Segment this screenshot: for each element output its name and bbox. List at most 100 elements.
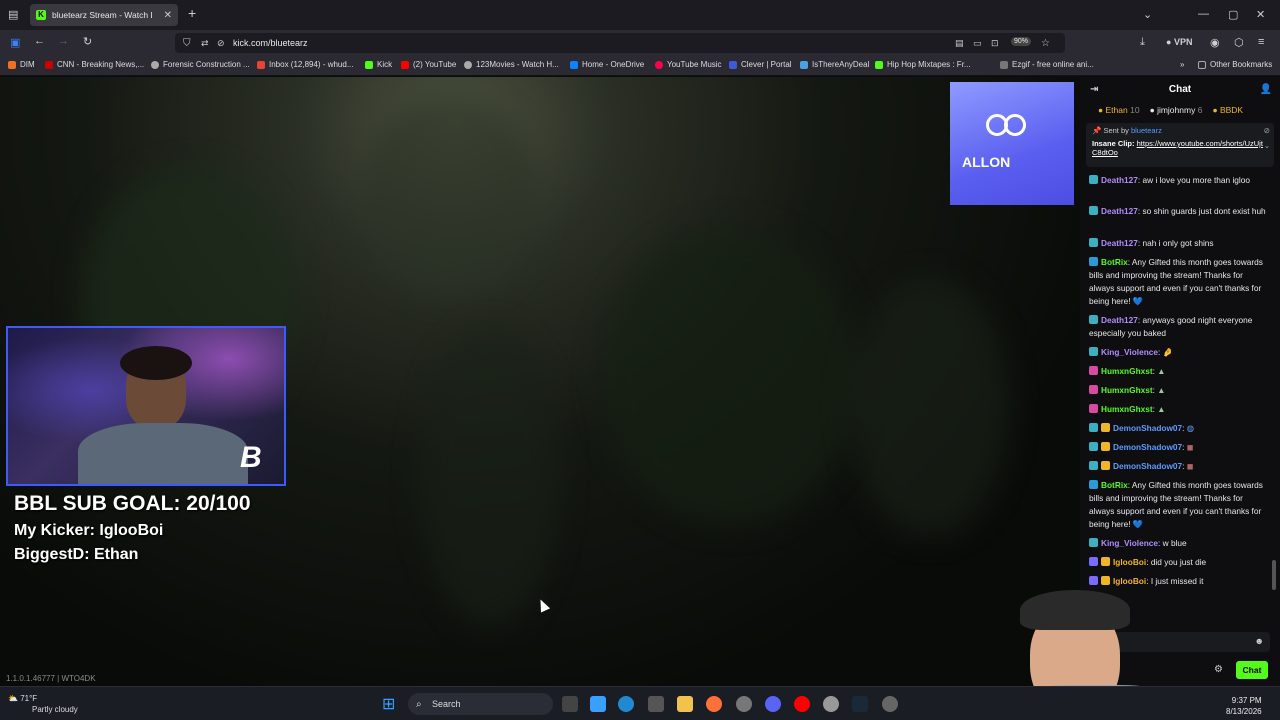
close-tab-icon[interactable]: ✕ bbox=[164, 10, 172, 21]
copilot-icon[interactable] bbox=[590, 696, 606, 712]
url-text: kick.com/bluetearz bbox=[233, 38, 308, 48]
clock[interactable]: 9:37 PM 8/13/2026 bbox=[1226, 695, 1262, 717]
bookmarks-overflow-icon[interactable]: » bbox=[1180, 60, 1184, 69]
shield-icon[interactable]: ⛉ bbox=[183, 38, 191, 49]
vpn-button[interactable]: ● VPN bbox=[1166, 37, 1192, 47]
window-close-icon[interactable]: ✕ bbox=[1256, 8, 1265, 21]
screenshot-icon[interactable]: ⊡ bbox=[991, 38, 999, 49]
chat-username[interactable]: HumxnGhxst bbox=[1101, 385, 1153, 395]
downloads-icon[interactable]: ⤓ bbox=[1140, 36, 1145, 49]
bookmark-7[interactable]: Home - OneDrive bbox=[570, 60, 644, 69]
chat-username[interactable]: Death127 bbox=[1101, 238, 1138, 248]
chat-username[interactable]: King_Violence bbox=[1101, 538, 1158, 548]
chat-users-icon[interactable]: 👤 bbox=[1260, 84, 1272, 95]
emoji-icon[interactable]: ☻ bbox=[1255, 636, 1264, 646]
chat-username[interactable]: DemonShadow07 bbox=[1113, 461, 1182, 471]
leader-2[interactable]: ● jimjohnmy 6 bbox=[1150, 105, 1203, 115]
chat-username[interactable]: DemonShadow07 bbox=[1113, 423, 1182, 433]
app-icon[interactable] bbox=[823, 696, 839, 712]
sidebar-icon[interactable]: ▣ bbox=[10, 36, 20, 49]
unpin-icon[interactable]: ⊘ bbox=[1264, 126, 1270, 135]
store-icon[interactable] bbox=[648, 696, 664, 712]
bookmark-3[interactable]: Inbox (12,894) - whud... bbox=[257, 60, 354, 69]
bookmark-5[interactable]: (2) YouTube bbox=[401, 60, 456, 69]
leader-1[interactable]: ● Ethan 10 bbox=[1098, 105, 1140, 115]
gear-app-icon[interactable] bbox=[882, 696, 898, 712]
bookmark-icon bbox=[401, 60, 409, 69]
leader-3[interactable]: ● BBDK bbox=[1212, 105, 1243, 115]
chat-message: HumxnGhxst: ▲ bbox=[1089, 384, 1269, 397]
tab-list-icon[interactable]: ▤ bbox=[8, 8, 18, 21]
forward-icon[interactable]: → bbox=[58, 35, 69, 47]
chat-username[interactable]: BotRix bbox=[1101, 257, 1128, 267]
chat-username[interactable]: King_Violence bbox=[1101, 347, 1158, 357]
edge-icon[interactable] bbox=[618, 696, 634, 712]
chat-username[interactable]: Death127 bbox=[1101, 206, 1138, 216]
chat-scrollbar[interactable] bbox=[1272, 560, 1276, 590]
tab-active[interactable]: K bluetearz Stream - Watch L ✕ bbox=[30, 4, 178, 26]
ad-overlay[interactable]: ALLON bbox=[950, 82, 1074, 205]
maximize-icon[interactable]: ▢ bbox=[1228, 8, 1238, 21]
firefox-icon[interactable] bbox=[706, 696, 722, 712]
emote-icon: ◍ bbox=[1186, 423, 1195, 433]
stream-overlay-text: BBL SUB GOAL: 20/100 My Kicker: IglooBoi… bbox=[14, 492, 251, 564]
chat-username[interactable]: HumxnGhxst bbox=[1101, 366, 1153, 376]
bookmark-icon bbox=[729, 60, 737, 69]
chat-username[interactable]: HumxnGhxst bbox=[1101, 404, 1153, 414]
sub-badge-icon bbox=[1089, 423, 1098, 432]
steam-icon[interactable] bbox=[852, 696, 868, 712]
profile-icon[interactable]: ◉ bbox=[1210, 36, 1220, 49]
chat-username[interactable]: BotRix bbox=[1101, 480, 1128, 490]
bookmark-icon bbox=[655, 60, 663, 69]
extensions-icon[interactable]: ⬡ bbox=[1234, 36, 1244, 49]
logo-ring-icon bbox=[1004, 114, 1026, 136]
windows-start-icon[interactable]: ⊞ bbox=[382, 694, 398, 713]
menu-icon[interactable]: ≡ bbox=[1258, 36, 1264, 48]
file-explorer-icon[interactable] bbox=[677, 696, 693, 712]
bookmark-label: Ezgif - free online ani... bbox=[1012, 60, 1094, 69]
bookmark-12[interactable]: Ezgif - free online ani... bbox=[1000, 60, 1094, 69]
chat-username[interactable]: IglooBoi bbox=[1113, 557, 1146, 567]
bookmark-icon bbox=[464, 60, 472, 69]
bookmark-4[interactable]: Kick bbox=[365, 60, 392, 69]
bookmark-11[interactable]: Hip Hop Mixtapes : Fr... bbox=[875, 60, 971, 69]
discord-icon[interactable] bbox=[765, 696, 781, 712]
permissions-icon[interactable]: ⇄ bbox=[201, 38, 209, 49]
reader-view-icon[interactable]: ▤ bbox=[955, 38, 964, 49]
youtube-icon[interactable] bbox=[794, 696, 810, 712]
zoom-badge[interactable]: 90% bbox=[1011, 37, 1032, 46]
chat-username[interactable]: DemonShadow07 bbox=[1113, 442, 1182, 452]
new-tab-icon[interactable]: + bbox=[188, 5, 196, 21]
bookmark-10[interactable]: IsThereAnyDeal bbox=[800, 60, 869, 69]
bookmark-6[interactable]: 123Movies - Watch H... bbox=[464, 60, 559, 69]
bookmark-0[interactable]: DIM bbox=[8, 60, 35, 69]
chat-header: ⇥ Chat 👤 bbox=[1080, 77, 1280, 101]
reload-icon[interactable]: ↻ bbox=[83, 35, 92, 48]
expand-pinned-icon[interactable]: ⌄ bbox=[1264, 141, 1270, 150]
back-icon[interactable]: ← bbox=[34, 35, 45, 47]
weather-icon: ⛅ bbox=[8, 694, 18, 703]
bookmark-label: IsThereAnyDeal bbox=[812, 60, 870, 69]
bookmark-8[interactable]: YouTube Music bbox=[655, 60, 722, 69]
collapse-chat-icon[interactable]: ⇥ bbox=[1090, 84, 1098, 95]
minimize-icon[interactable]: — bbox=[1198, 8, 1209, 20]
mute-icon[interactable]: ⊘ bbox=[217, 38, 225, 49]
bookmark-star-icon[interactable]: ☆ bbox=[1041, 38, 1050, 49]
taskbar-search[interactable]: ⌕ Search bbox=[408, 693, 553, 715]
foliage-shape bbox=[600, 227, 860, 527]
chat-username[interactable]: Death127 bbox=[1101, 315, 1138, 325]
task-view-icon[interactable] bbox=[562, 696, 578, 712]
bookmark-2[interactable]: Forensic Construction ... bbox=[151, 60, 250, 69]
send-chat-button[interactable]: Chat bbox=[1236, 661, 1268, 679]
chat-username[interactable]: Death127 bbox=[1101, 175, 1138, 185]
url-input[interactable]: ⛉ ⇄ ⊘ kick.com/bluetearz ▤ ▭ ⊡ 90% ☆ bbox=[175, 33, 1065, 53]
chat-settings-gear-icon[interactable]: ⚙ bbox=[1214, 664, 1223, 675]
bookmark-label: 123Movies - Watch H... bbox=[476, 60, 559, 69]
settings-icon[interactable] bbox=[736, 696, 752, 712]
other-bookmarks[interactable]: Other Bookmarks bbox=[1198, 60, 1272, 69]
bookmark-9[interactable]: Clever | Portal bbox=[729, 60, 792, 69]
weather-widget[interactable]: ⛅ 71°F Partly cloudy bbox=[8, 693, 78, 715]
pip-icon[interactable]: ▭ bbox=[973, 38, 982, 49]
bookmark-1[interactable]: CNN - Breaking News,... bbox=[45, 60, 144, 69]
tab-overflow-chevron-icon[interactable]: ⌄ bbox=[1143, 8, 1152, 21]
